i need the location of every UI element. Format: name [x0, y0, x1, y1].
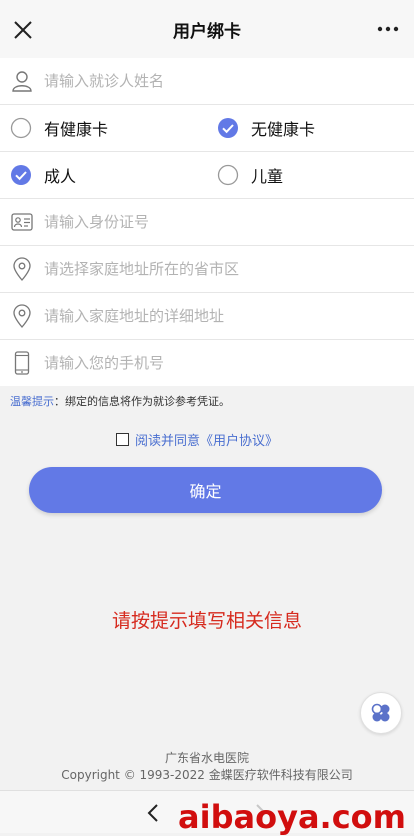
bind-card-form: 有健康卡 无健康卡 成人 儿童 — [0, 58, 414, 386]
phone-input[interactable] — [44, 354, 384, 372]
address-row — [0, 293, 414, 340]
radio-label: 有健康卡 — [44, 120, 109, 139]
agreement-link[interactable]: 阅读并同意《用户协议》 — [135, 430, 278, 449]
floating-menu-button[interactable] — [360, 692, 402, 734]
region-row[interactable] — [0, 246, 414, 293]
radio-checked-icon — [218, 118, 238, 138]
patient-type-option-adult[interactable]: 成人 — [0, 152, 207, 198]
radio-label: 成人 — [44, 167, 77, 186]
id-number-input[interactable] — [44, 213, 384, 231]
patient-type-row: 成人 儿童 — [0, 152, 414, 199]
agreement[interactable]: 阅读并同意《用户协议》 — [116, 430, 278, 449]
warm-tip-key: 温馨提示 — [10, 395, 54, 408]
location-pin-icon — [10, 257, 34, 281]
header-bar: 用户绑卡 — [0, 0, 414, 58]
name-input[interactable] — [44, 72, 384, 90]
name-row — [0, 58, 414, 105]
person-icon — [10, 69, 34, 93]
close-icon[interactable] — [12, 19, 34, 41]
warm-tip-text: ：绑定的信息将作为就诊参考凭证。 — [54, 395, 230, 408]
phone-icon — [10, 351, 34, 375]
back-arrow-icon[interactable] — [144, 803, 162, 823]
region-select[interactable] — [44, 260, 384, 278]
footer-copyright: Copyright © 1993-2022 金蝶医疗软件科技有限公司 — [61, 768, 353, 782]
phone-row — [0, 340, 414, 386]
id-card-icon — [10, 210, 34, 234]
hint-text: 请按提示填写相关信息 — [111, 610, 302, 632]
radio-label: 儿童 — [251, 167, 284, 186]
footer-hospital: 广东省水电医院 — [164, 751, 249, 765]
watermark: aibaoya.com — [178, 798, 406, 836]
radio-label: 无健康卡 — [251, 120, 316, 139]
footer: 广东省水电医院 Copyright © 1993-2022 金蝶医疗软件科技有限… — [0, 750, 414, 784]
card-type-row: 有健康卡 无健康卡 — [0, 105, 414, 152]
page-title: 用户绑卡 — [173, 21, 241, 42]
address-input[interactable] — [44, 307, 384, 325]
id-number-row — [0, 199, 414, 246]
confirm-button[interactable]: 确定 — [29, 467, 382, 513]
radio-unchecked-icon — [217, 164, 239, 186]
radio-checked-icon — [11, 165, 31, 185]
radio-unchecked-icon — [10, 117, 32, 139]
card-type-option-have[interactable]: 有健康卡 — [0, 105, 207, 151]
card-type-option-none[interactable]: 无健康卡 — [207, 105, 414, 151]
patient-type-option-child[interactable]: 儿童 — [207, 152, 414, 198]
location-pin-icon — [10, 304, 34, 328]
more-icon[interactable] — [376, 22, 400, 36]
warm-tip: 温馨提示：绑定的信息将作为就诊参考凭证。 — [10, 393, 230, 409]
clover-icon — [371, 703, 390, 722]
agreement-checkbox[interactable] — [116, 433, 129, 446]
